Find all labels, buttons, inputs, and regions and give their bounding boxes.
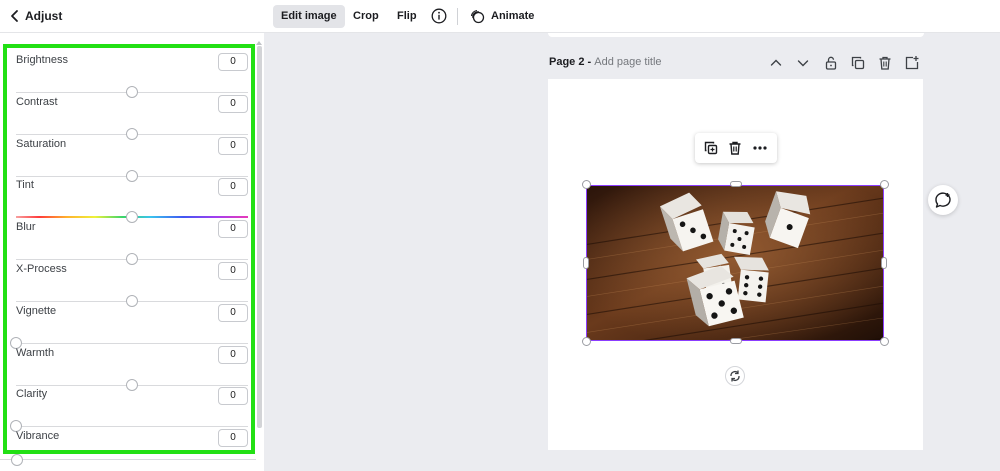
resize-handle-top[interactable] — [730, 181, 742, 187]
slider-label: Tint — [16, 179, 34, 192]
rotate-icon — [730, 370, 740, 382]
adjust-back-button[interactable]: Adjust — [0, 0, 264, 33]
page-number: Page 2 — [549, 56, 585, 68]
dice-image — [587, 186, 883, 340]
slider-value-input[interactable]: 0 — [218, 136, 248, 155]
edit-image-button[interactable]: Edit image — [273, 5, 345, 28]
slider-track-partial — [0, 459, 256, 460]
slider-saturation: Saturation 0 — [7, 136, 251, 182]
resize-handle-bottom[interactable] — [730, 338, 742, 344]
resize-handle-right[interactable] — [881, 257, 887, 269]
flip-button[interactable]: Flip — [389, 5, 425, 28]
slider-warmth: Warmth 0 — [7, 345, 251, 391]
slider-track[interactable] — [16, 426, 248, 428]
duplicate-icon[interactable] — [850, 55, 866, 71]
slider-x-process: X-Process 0 — [7, 262, 251, 307]
previous-page-edge — [548, 33, 924, 37]
slider-label: Blur — [16, 221, 36, 234]
resize-handle-top-left[interactable] — [582, 180, 591, 189]
panel-title: Adjust — [25, 9, 63, 23]
resize-handle-left[interactable] — [583, 257, 589, 269]
toolbar-divider — [457, 8, 458, 25]
slider-label: Vignette — [16, 304, 57, 317]
page-header: Page 2 - Add page title — [549, 55, 924, 73]
chevron-left-icon — [11, 10, 18, 22]
slider-value-input[interactable]: 0 — [218, 178, 248, 197]
slider-tint: Tint 0 — [7, 178, 251, 224]
slider-value-input[interactable]: 0 — [218, 94, 248, 113]
info-icon[interactable] — [431, 8, 447, 24]
slider-value-input[interactable]: 0 — [218, 429, 248, 448]
slider-value-input[interactable]: 0 — [218, 262, 248, 280]
slider-label: Brightness — [16, 54, 68, 66]
add-page-icon[interactable] — [904, 55, 920, 71]
adjust-sliders-list: Brightness 0 Contrast 0 Saturation 0 Tint 0 Blur… — [3, 44, 255, 454]
panel-scrollbar[interactable] — [257, 46, 262, 428]
slider-value-input[interactable]: 0 — [218, 387, 248, 406]
dice-photo[interactable] — [586, 185, 884, 341]
adjust-panel: Adjust Brightness 0 Contrast 0 Saturation 0 Ti… — [0, 0, 264, 471]
slider-thumb-partial[interactable] — [11, 454, 23, 466]
slider-value-input[interactable]: 0 — [218, 303, 248, 322]
animate-button[interactable]: Animate — [462, 5, 542, 28]
animate-icon — [470, 9, 485, 24]
animate-label: Animate — [491, 10, 535, 22]
add-comment-button[interactable] — [928, 185, 958, 215]
trash-icon[interactable] — [877, 55, 893, 71]
slider-label: Clarity — [16, 388, 48, 401]
trash-icon[interactable] — [727, 140, 743, 156]
slider-clarity: Clarity 0 — [7, 387, 251, 433]
more-icon[interactable] — [752, 140, 768, 156]
slider-value-input[interactable]: 0 — [218, 53, 248, 71]
slider-label: X-Process — [16, 263, 67, 275]
slider-label: Vibrance — [16, 430, 60, 443]
page-separator: - — [584, 56, 595, 68]
page-label: Page 2 - Add page title — [549, 56, 662, 68]
rotate-handle[interactable] — [725, 366, 745, 386]
slider-label: Contrast — [16, 95, 58, 108]
lock-icon[interactable] — [823, 55, 839, 71]
slider-brightness: Brightness 0 — [7, 53, 251, 98]
duplicate-icon[interactable] — [703, 140, 719, 156]
slider-vibrance: Vibrance 0 — [7, 429, 251, 450]
slider-value-input[interactable]: 0 — [218, 345, 248, 364]
crop-button[interactable]: Crop — [345, 5, 387, 28]
add-comment-icon — [935, 192, 951, 208]
image-toolbar: Edit image Crop Flip Animate — [264, 0, 1000, 33]
slider-blur: Blur 0 — [7, 220, 251, 266]
slider-vignette: Vignette 0 — [7, 303, 251, 349]
slider-contrast: Contrast 0 — [7, 94, 251, 140]
element-float-toolbar — [695, 133, 777, 163]
page-title-input[interactable]: Add page title — [594, 56, 661, 68]
resize-handle-bottom-right[interactable] — [880, 337, 889, 346]
slider-label: Warmth — [16, 346, 55, 359]
slider-value-input[interactable]: 0 — [218, 220, 248, 239]
chevron-down-icon[interactable] — [795, 55, 811, 71]
resize-handle-top-right[interactable] — [880, 180, 889, 189]
chevron-up-icon[interactable] — [768, 55, 784, 71]
resize-handle-bottom-left[interactable] — [582, 337, 591, 346]
slider-track[interactable] — [16, 342, 248, 344]
slider-label: Saturation — [16, 137, 67, 150]
